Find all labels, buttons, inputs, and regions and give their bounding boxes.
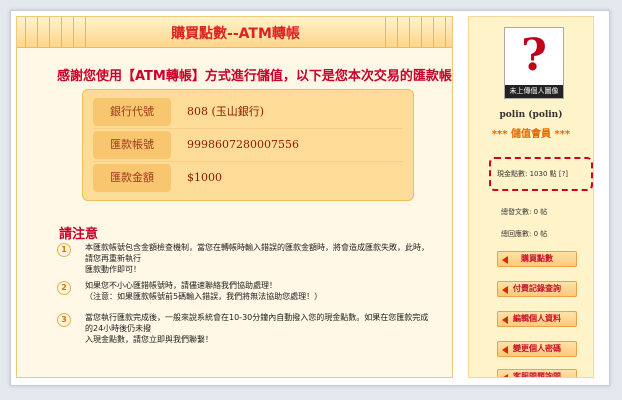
- note-line: 匯款動作即可！: [85, 265, 141, 274]
- reply-count: 總回應數: 0 帖: [501, 230, 548, 238]
- change-password-button[interactable]: 變更個人密碼: [497, 341, 577, 357]
- note-line: 的24小時後仍未撥: [85, 324, 152, 333]
- member-sidebar: ? 未上傳個人圖像 polin (polin) *** 儲值會員 *** 現金點…: [468, 16, 594, 378]
- note-number-icon: 2: [57, 281, 71, 295]
- transfer-info-box: 銀行代號 808 (玉山銀行) 匯款帳號 9998607280007556 匯款…: [82, 89, 414, 201]
- avatar-caption: 未上傳個人圖像: [505, 85, 563, 98]
- note-line: 本匯款帳號包含金額檢查機制，當您在轉帳時輸入錯誤的匯款金額時，將會造成匯款失敗，…: [85, 243, 429, 252]
- buy-points-button[interactable]: 購買點數: [497, 251, 577, 267]
- edit-profile-button[interactable]: 編輯個人資料: [497, 311, 577, 327]
- note-line: 入現金點數，請您立即與我們聯繫！: [85, 335, 213, 344]
- avatar: ? 未上傳個人圖像: [504, 27, 564, 99]
- support-inquiry-button[interactable]: 客服問題詢問: [497, 369, 577, 377]
- bank-code-value: 808 (玉山銀行): [187, 105, 265, 118]
- account-label: 匯款帳號: [93, 131, 171, 159]
- note-line: （注意：如果匯款帳號前5碼輸入錯誤，我們將無法協助您處理！）: [85, 292, 323, 301]
- title-bar: 購買點數--ATM轉帳: [17, 17, 452, 48]
- amount-value: $1000: [187, 171, 222, 184]
- bank-code-label: 銀行代號: [93, 98, 171, 126]
- amount-label: 匯款金額: [93, 164, 171, 192]
- note-number-icon: 3: [57, 313, 71, 327]
- note-line: 如果您不小心匯錯帳號時，請儘速聯絡我們協助處理！: [85, 281, 277, 290]
- cash-points[interactable]: 現金點數: 1030 點 [?]: [497, 169, 568, 179]
- member-role: *** 儲值會員 ***: [491, 129, 571, 140]
- bank-code-row: 銀行代號 808 (玉山銀行): [93, 98, 403, 129]
- main-panel: 購買點數--ATM轉帳 感謝您使用【ATM轉帳】方式進行儲值，以下是您本次交易的…: [16, 16, 453, 378]
- notes-title: 請注意: [59, 227, 99, 242]
- amount-row: 匯款金額 $1000: [93, 164, 403, 192]
- account-row: 匯款帳號 9998607280007556: [93, 131, 403, 162]
- note-line: 當您執行匯款完成後，一般來說系統會在10-30分鐘內自動撥入您的現金點數。如果在…: [85, 313, 429, 322]
- post-count: 總發文數: 0 帖: [501, 208, 548, 216]
- payment-history-button[interactable]: 付費記錄查詢: [497, 281, 577, 297]
- username: polin (polin): [499, 110, 563, 120]
- note-line: 請您再重新執行: [85, 254, 141, 263]
- note-number-icon: 1: [57, 243, 71, 257]
- points-highlight-box: 現金點數: 1030 點 [?]: [489, 157, 593, 191]
- question-mark-icon: ?: [521, 30, 547, 81]
- account-value: 9998607280007556: [187, 138, 299, 151]
- intro-text: 感謝您使用【ATM轉帳】方式進行儲值，以下是您本次交易的匯款帳號：: [57, 69, 453, 84]
- page-title: 購買點數--ATM轉帳: [171, 26, 300, 42]
